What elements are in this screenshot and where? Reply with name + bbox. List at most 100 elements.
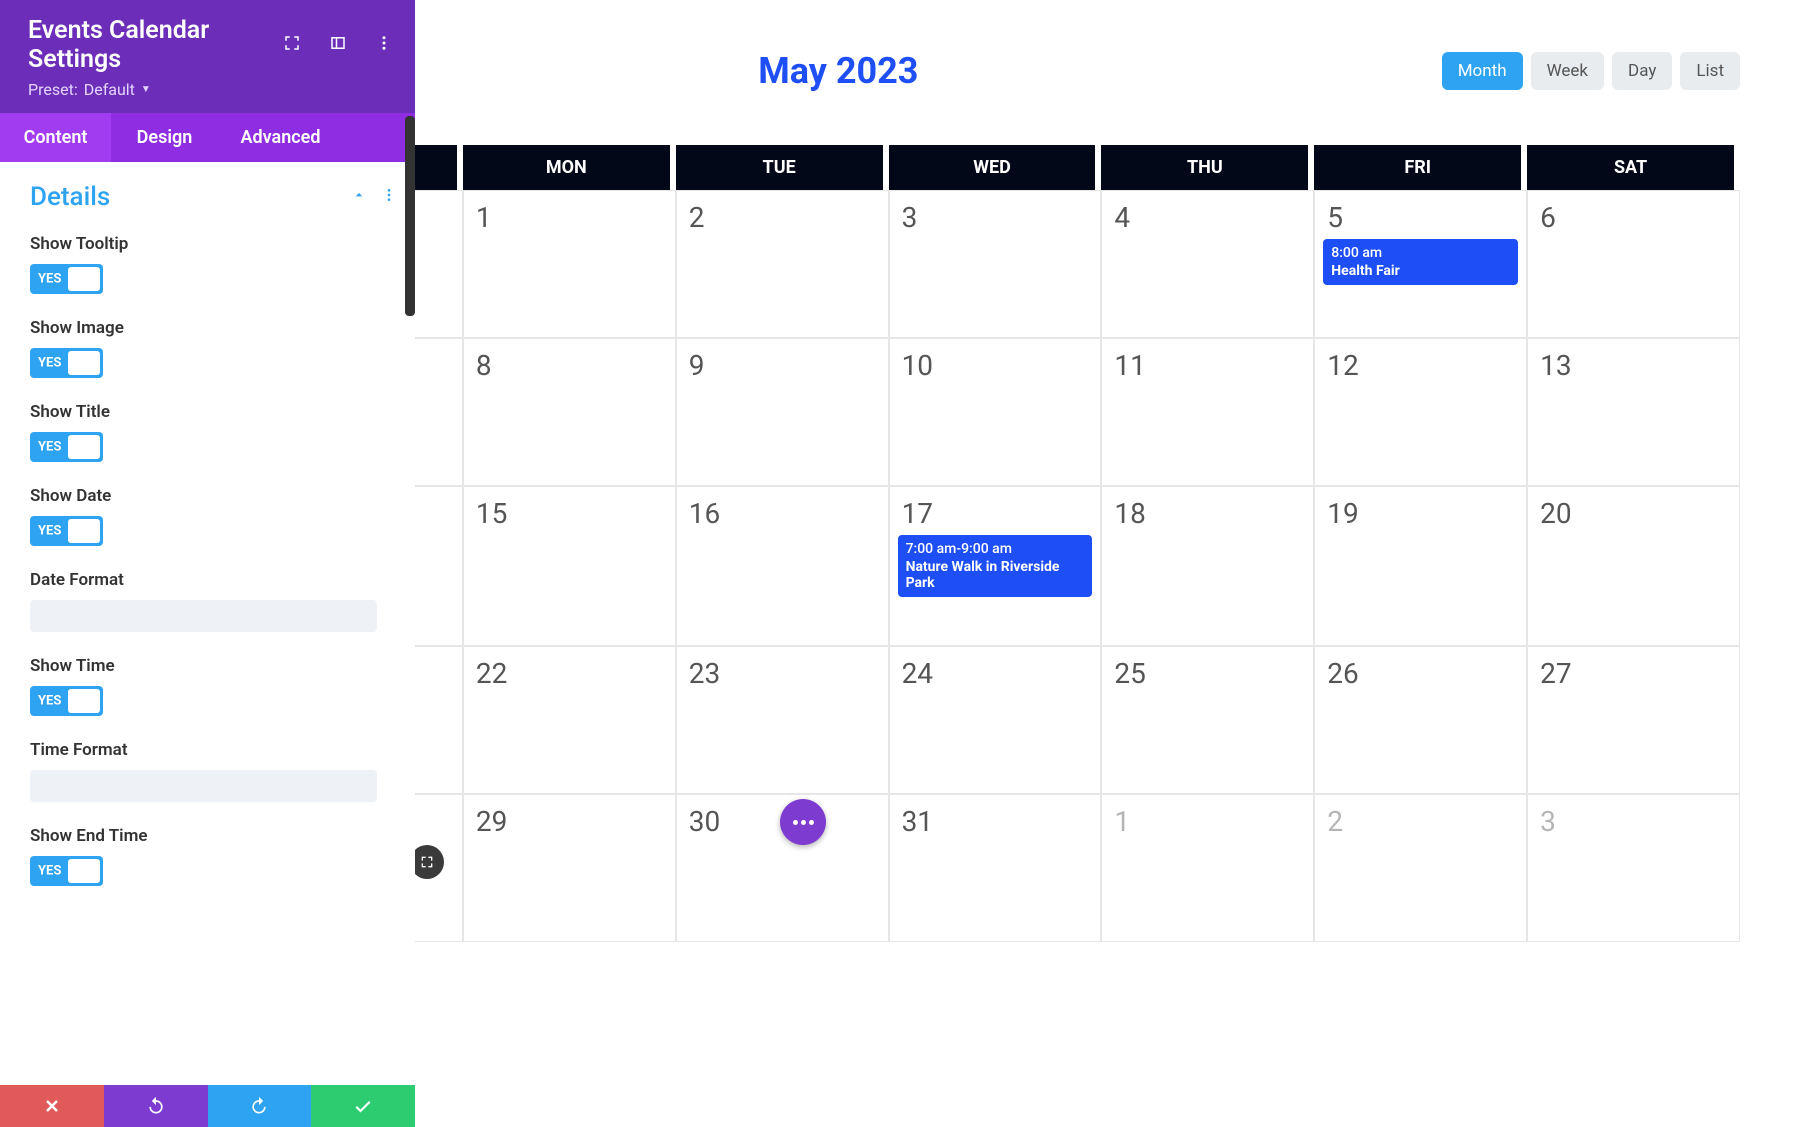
calendar-cell[interactable]: 15: [463, 486, 676, 646]
day-number: 4: [1114, 201, 1130, 234]
calendar-event[interactable]: 7:00 am-9:00 amNature Walk in Riverside …: [898, 535, 1093, 597]
toggle-show-image[interactable]: YES: [30, 348, 103, 378]
more-vertical-icon[interactable]: [381, 187, 397, 207]
day-number: 6: [1540, 201, 1556, 234]
calendar-cell[interactable]: 1: [1101, 794, 1314, 942]
sidebar-header: Events Calendar Settings Preset: Default…: [0, 0, 415, 113]
day-number: 1: [476, 201, 492, 234]
tab-content[interactable]: Content: [0, 113, 111, 162]
toggle-show-date[interactable]: YES: [30, 516, 103, 546]
calendar-cell[interactable]: 19: [1314, 486, 1527, 646]
calendar-cell[interactable]: 14: [415, 486, 463, 646]
day-number: 29: [476, 805, 507, 838]
calendar-cell[interactable]: 12: [1314, 338, 1527, 486]
day-number: 17: [902, 497, 933, 530]
sidebar-footer: [0, 1085, 415, 1127]
calendar-cell[interactable]: 24: [889, 646, 1102, 794]
scrollbar-thumb[interactable]: [405, 116, 415, 316]
calendar-cell[interactable]: 26: [1314, 646, 1527, 794]
calendar-title: May 2023: [415, 50, 1442, 92]
preset-selector[interactable]: Preset: Default ▼: [28, 80, 393, 99]
field-show-time: Show Time YES: [30, 656, 397, 716]
day-header: THU: [1101, 145, 1314, 190]
calendar-cell[interactable]: 2: [1314, 794, 1527, 942]
calendar-cell[interactable]: 17 7:00 am-9:00 amNature Walk in Riversid…: [889, 486, 1102, 646]
view-month-button[interactable]: Month: [1442, 52, 1523, 90]
calendar-cell[interactable]: 4: [1101, 190, 1314, 338]
day-number: 27: [1540, 657, 1571, 690]
calendar-cell[interactable]: 25: [1101, 646, 1314, 794]
day-number: 30: [689, 805, 720, 838]
field-show-date: Show Date YES: [30, 486, 397, 546]
toggle-show-title[interactable]: YES: [30, 432, 103, 462]
day-number: 3: [1540, 805, 1556, 838]
calendar-cell[interactable]: 3: [1527, 794, 1740, 942]
day-number: 12: [1327, 349, 1358, 382]
calendar-cell[interactable]: 23: [676, 646, 889, 794]
panel-icon[interactable]: [329, 34, 347, 56]
calendar-cell[interactable]: 10: [889, 338, 1102, 486]
calendar-cell[interactable]: 1: [463, 190, 676, 338]
field-show-image: Show Image YES: [30, 318, 397, 378]
view-day-button[interactable]: Day: [1612, 52, 1672, 90]
sidebar-body: Details Show Tooltip YES Show Image YES …: [0, 162, 415, 1085]
calendar-cell[interactable]: 22: [463, 646, 676, 794]
calendar-cell[interactable]: 9: [676, 338, 889, 486]
tab-design[interactable]: Design: [111, 113, 218, 162]
day-header: MON: [463, 145, 676, 190]
calendar-cell[interactable]: 3: [889, 190, 1102, 338]
day-header: WED: [889, 145, 1102, 190]
day-number: 2: [1327, 805, 1343, 838]
input-time-format[interactable]: [30, 770, 377, 802]
more-vertical-icon[interactable]: [375, 34, 393, 56]
calendar-cell[interactable]: 29: [463, 794, 676, 942]
cancel-button[interactable]: [0, 1085, 104, 1127]
tab-advanced[interactable]: Advanced: [218, 113, 343, 162]
calendar-cell[interactable]: 27: [1527, 646, 1740, 794]
toggle-show-time[interactable]: YES: [30, 686, 103, 716]
calendar-cell[interactable]: 5 8:00 amHealth Fair: [1314, 190, 1527, 338]
field-show-title: Show Title YES: [30, 402, 397, 462]
section-title-details[interactable]: Details: [30, 182, 110, 212]
sidebar-tabs: Content Design Advanced: [0, 113, 415, 162]
calendar-cell[interactable]: 16: [676, 486, 889, 646]
calendar-cell[interactable]: 31: [889, 794, 1102, 942]
day-number: 13: [1540, 349, 1571, 382]
event-title: Nature Walk in Riverside Park: [906, 559, 1085, 591]
module-actions-fab[interactable]: [780, 799, 826, 845]
day-number: 31: [902, 805, 933, 838]
calendar-cell[interactable]: 30: [415, 190, 463, 338]
calendar-cell[interactable]: 6: [1527, 190, 1740, 338]
day-number: 25: [1114, 657, 1145, 690]
field-time-format: Time Format: [30, 740, 397, 802]
calendar-cell[interactable]: 11: [1101, 338, 1314, 486]
calendar-cell[interactable]: 20: [1527, 486, 1740, 646]
chevron-up-icon[interactable]: [351, 187, 367, 207]
day-header: TUE: [676, 145, 889, 190]
calendar-event[interactable]: 8:00 amHealth Fair: [1323, 239, 1518, 285]
day-number: 23: [689, 657, 720, 690]
day-number: 16: [689, 497, 720, 530]
view-week-button[interactable]: Week: [1531, 52, 1604, 90]
calendar-cell[interactable]: 7: [415, 338, 463, 486]
caret-down-icon: ▼: [141, 84, 151, 95]
input-date-format[interactable]: [30, 600, 377, 632]
settings-sidebar: Events Calendar Settings Preset: Default…: [0, 0, 415, 1127]
calendar-cell[interactable]: 21: [415, 646, 463, 794]
sidebar-title: Events Calendar Settings: [28, 16, 283, 74]
redo-button[interactable]: [208, 1085, 312, 1127]
save-button[interactable]: [311, 1085, 415, 1127]
fullscreen-icon[interactable]: [283, 34, 301, 56]
calendar-cell[interactable]: 18: [1101, 486, 1314, 646]
day-number: 3: [902, 201, 918, 234]
day-number: 18: [1114, 497, 1145, 530]
field-date-format: Date Format: [30, 570, 397, 632]
toggle-show-tooltip[interactable]: YES: [30, 264, 103, 294]
calendar-cell[interactable]: 2: [676, 190, 889, 338]
calendar-cell[interactable]: 8: [463, 338, 676, 486]
calendar-cell[interactable]: 13: [1527, 338, 1740, 486]
undo-button[interactable]: [104, 1085, 208, 1127]
day-number: 5: [1327, 201, 1343, 234]
view-list-button[interactable]: List: [1680, 52, 1740, 90]
toggle-show-end-time[interactable]: YES: [30, 856, 103, 886]
